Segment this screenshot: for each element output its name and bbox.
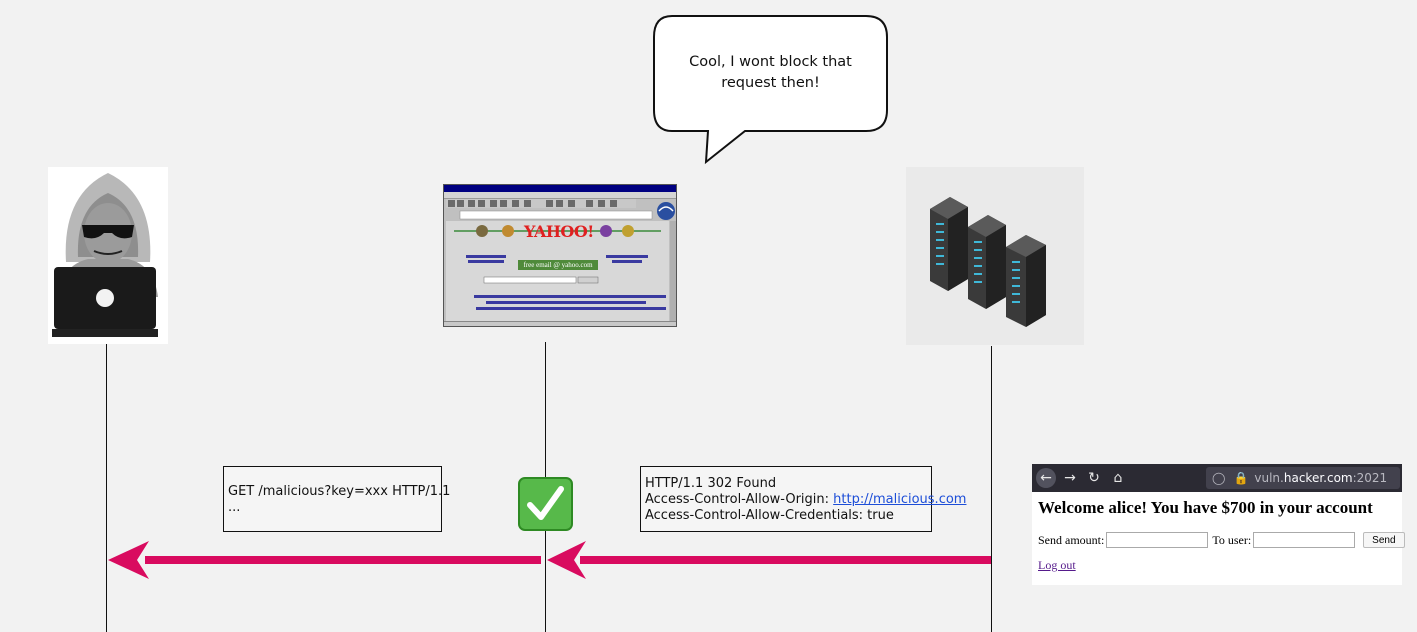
send-amount-label: Send amount:	[1038, 532, 1105, 547]
back-arrow-icon[interactable]: ←	[1036, 468, 1056, 488]
forward-arrow-icon[interactable]: →	[1060, 468, 1080, 488]
send-amount-input[interactable]	[1106, 532, 1209, 548]
bank-page-toolbar: ← → ↻ ⌂ ◯ 🔒 vuln. hacker.com:2021	[1032, 464, 1402, 492]
to-user-label: To user:	[1212, 532, 1252, 547]
send-form: Send amount: To user: Send	[1038, 532, 1405, 548]
reload-icon[interactable]: ↻	[1084, 468, 1104, 488]
home-icon[interactable]: ⌂	[1108, 468, 1128, 488]
url-host-prefix: vuln.	[1254, 471, 1284, 485]
url-host-main: hacker.com	[1283, 471, 1353, 485]
to-user-input[interactable]	[1253, 532, 1356, 548]
bank-welcome-heading: Welcome alice! You have $700 in your acc…	[1038, 498, 1373, 517]
logout-link[interactable]: Log out	[1038, 558, 1076, 573]
insecure-lock-icon: 🔒	[1233, 471, 1249, 485]
shield-icon: ◯	[1212, 471, 1226, 485]
arrow-browser-to-attacker	[108, 541, 541, 579]
bank-page-screenshot: ← → ↻ ⌂ ◯ 🔒 vuln. hacker.com:2021 Welcome…	[1032, 464, 1405, 585]
send-button[interactable]: Send	[1363, 532, 1405, 548]
url-port: :2021	[1352, 471, 1388, 485]
address-bar[interactable]: ◯ 🔒 vuln. hacker.com:2021	[1206, 467, 1400, 489]
arrow-server-to-browser	[547, 541, 991, 579]
